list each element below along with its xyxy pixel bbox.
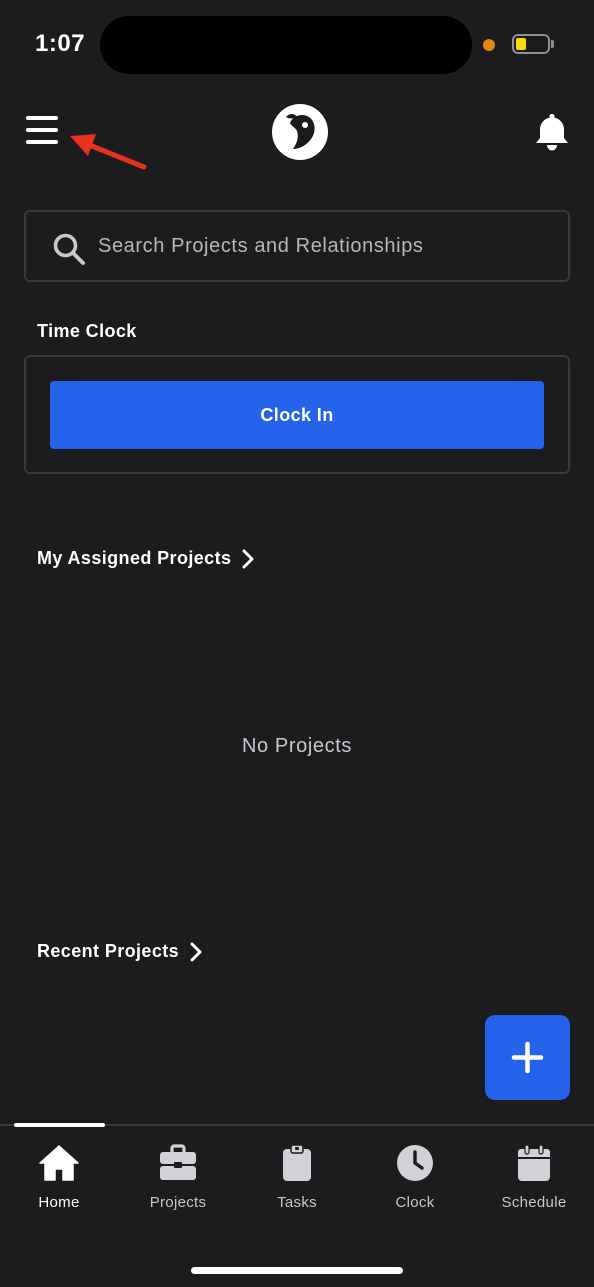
plus-icon [511, 1041, 544, 1074]
calendar-icon [518, 1144, 550, 1181]
tab-home[interactable]: Home [4, 1144, 114, 1224]
active-tab-indicator [14, 1123, 105, 1127]
tab-label-clock: Clock [395, 1194, 435, 1211]
tab-label-schedule: Schedule [501, 1194, 567, 1211]
recent-projects-label: Recent Projects [37, 941, 180, 961]
search-bar[interactable] [24, 210, 570, 282]
briefcase-icon [160, 1144, 196, 1180]
tab-schedule[interactable]: Schedule [479, 1144, 589, 1224]
app-logo-icon [272, 104, 328, 160]
empty-state-text: No Projects [242, 735, 352, 757]
privacy-indicator-dot [483, 39, 495, 51]
battery-icon [512, 34, 550, 54]
dynamic-island [100, 16, 472, 74]
clipboard-icon [283, 1144, 311, 1181]
tab-clock[interactable]: Clock [360, 1144, 470, 1224]
annotation-arrow-icon [70, 134, 147, 170]
my-assigned-projects-label: My Assigned Projects [37, 548, 232, 568]
tab-tasks[interactable]: Tasks [242, 1144, 352, 1224]
time-clock-card: Clock In [24, 355, 570, 474]
status-time: 1:07 [35, 30, 86, 57]
tab-label-tasks: Tasks [277, 1194, 317, 1211]
search-icon [53, 233, 85, 265]
tab-projects[interactable]: Projects [123, 1144, 233, 1224]
search-input[interactable] [98, 228, 538, 264]
tab-label-projects: Projects [149, 1194, 207, 1211]
bell-icon[interactable] [534, 112, 570, 152]
chevron-right-icon [190, 942, 202, 961]
clock-icon [397, 1145, 433, 1181]
my-assigned-projects-link[interactable]: My Assigned Projects [37, 548, 255, 569]
bottom-tab-bar: Home Projects Tasks Clock Schedule [0, 1123, 594, 1287]
time-clock-title: Time Clock [37, 321, 137, 341]
recent-projects-link[interactable]: Recent Projects [37, 941, 203, 962]
chevron-right-icon [242, 549, 254, 568]
add-button[interactable] [485, 1015, 570, 1100]
status-bar: 1:07 [0, 0, 594, 90]
home-indicator[interactable] [191, 1267, 403, 1274]
clock-in-button[interactable]: Clock In [50, 381, 544, 449]
home-icon [39, 1145, 79, 1181]
battery-cap [551, 40, 554, 48]
hamburger-menu-icon[interactable] [26, 116, 60, 148]
tab-label-home: Home [38, 1194, 80, 1211]
